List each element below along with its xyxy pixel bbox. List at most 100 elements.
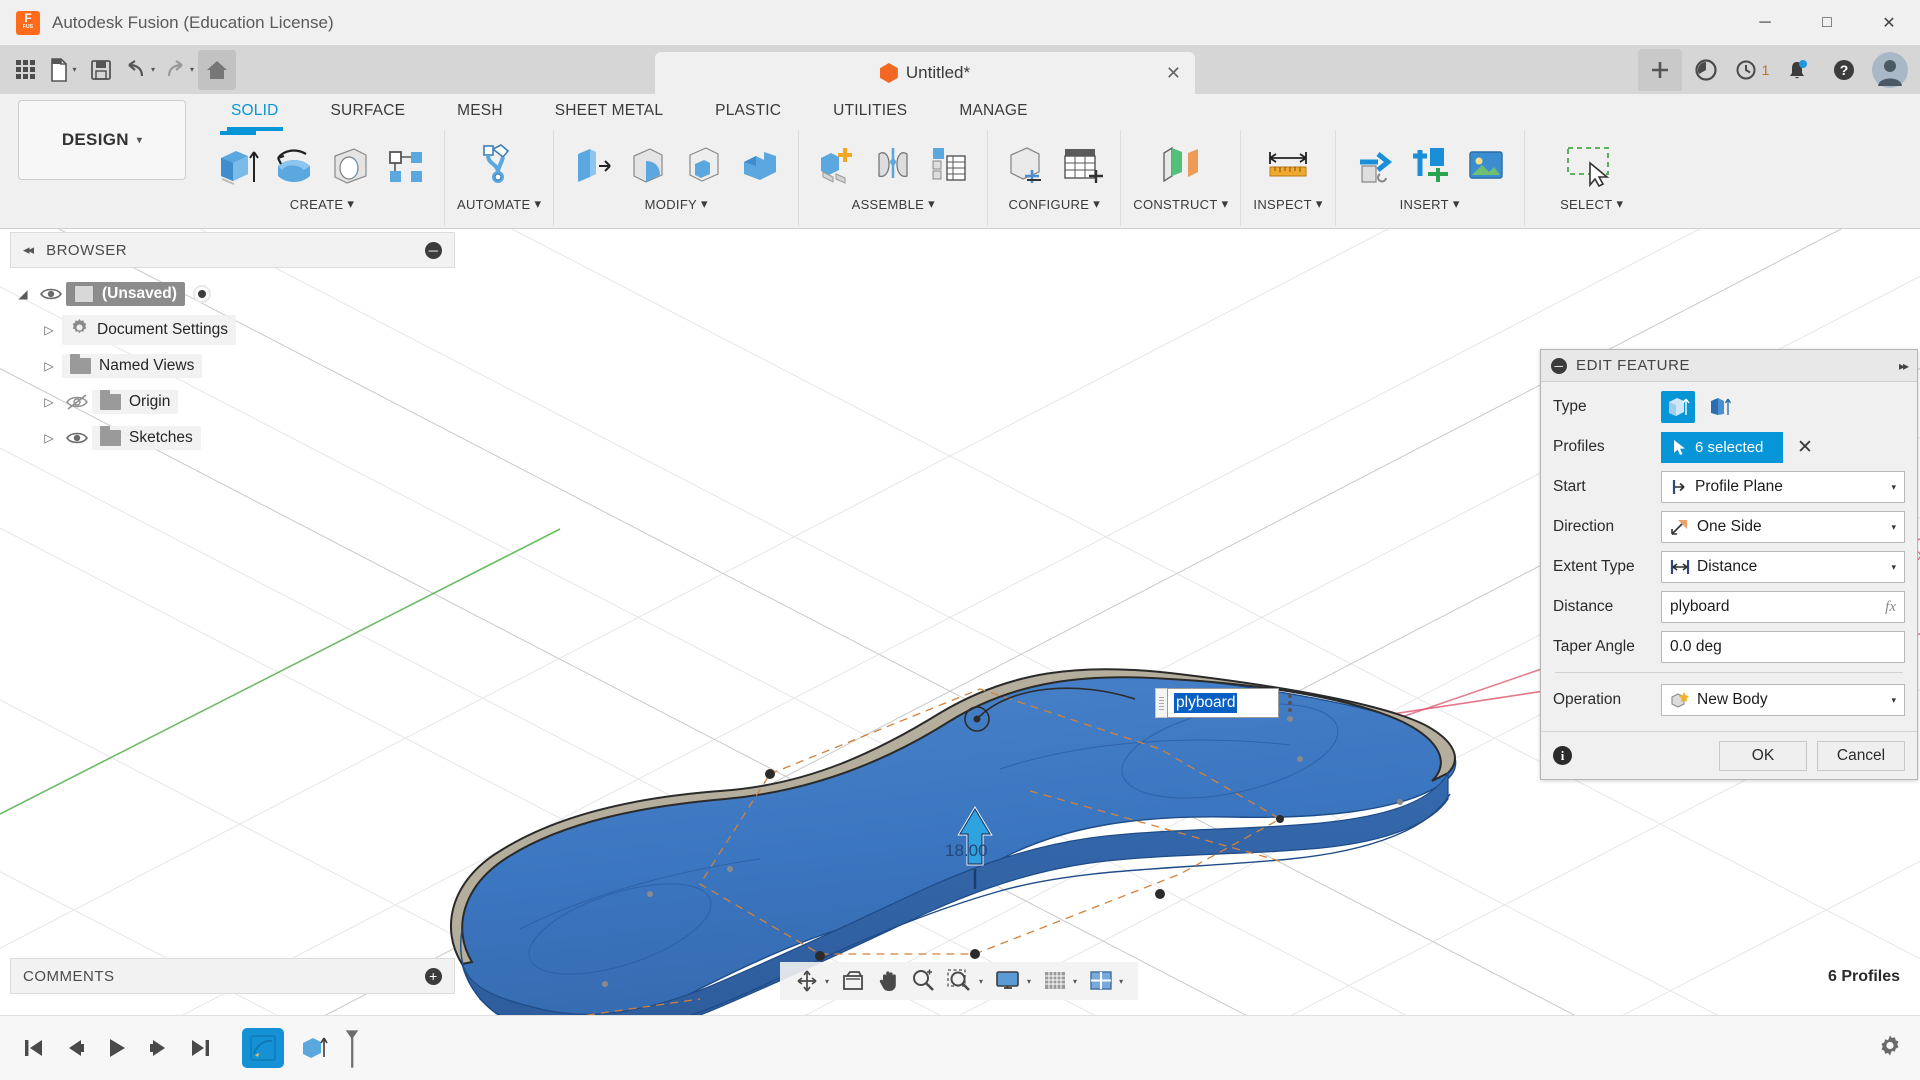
job-status-icon[interactable] (1684, 49, 1728, 91)
notifications-bell-icon[interactable] (1776, 49, 1820, 91)
direction-caret-icon[interactable]: ▾ (1891, 522, 1896, 533)
configuration-table-icon[interactable] (1056, 135, 1108, 195)
joint-icon[interactable] (867, 135, 919, 195)
close-button[interactable]: ✕ (1858, 0, 1920, 45)
browser-item-sketches[interactable]: ▷ Sketches (10, 420, 455, 456)
insert-mcmaster-icon[interactable] (1404, 135, 1456, 195)
tab-sheet-metal[interactable]: SHEET METAL (529, 94, 689, 128)
visibility-eye-off-icon[interactable] (62, 394, 92, 410)
combine-icon[interactable] (734, 135, 786, 195)
expand-arrow-icon[interactable]: ▷ (36, 395, 62, 409)
browser-item-sketches-chip[interactable]: Sketches (92, 426, 201, 450)
dialog-collapse-icon[interactable]: ─ (1551, 357, 1567, 374)
timeline-go-to-beginning-button[interactable] (14, 1029, 52, 1067)
dialog-expand-icon[interactable]: ▸▸ (1899, 359, 1909, 373)
orbit-tool[interactable]: ▾ (790, 964, 834, 998)
profiles-selection-button[interactable]: 6 selected (1661, 431, 1783, 463)
timeline-sketch-feature[interactable] (242, 1028, 284, 1068)
viewports-caret-icon[interactable]: ▾ (1119, 977, 1123, 986)
tab-utilities[interactable]: UTILITIES (807, 94, 933, 128)
tab-manage[interactable]: MANAGE (933, 94, 1053, 128)
browser-item-named-views[interactable]: ▷ Named Views (10, 348, 455, 384)
timeline-extrude-feature[interactable] (294, 1028, 334, 1068)
offset-plane-icon[interactable] (1155, 135, 1207, 195)
expand-arrow-icon[interactable]: ▷ (36, 431, 62, 445)
new-tab-button[interactable] (1638, 48, 1682, 91)
document-tab[interactable]: Untitled* ✕ (655, 52, 1195, 94)
expand-arrow-icon[interactable]: ◢ (10, 287, 36, 301)
timeline-step-back-button[interactable] (56, 1029, 94, 1067)
info-icon[interactable]: i (1553, 746, 1572, 765)
start-caret-icon[interactable]: ▾ (1891, 482, 1896, 493)
panel-modify-label[interactable]: MODIFY ▾ (645, 196, 708, 212)
undo-caret[interactable]: ▾ (151, 65, 155, 74)
zoom-window-caret-icon[interactable]: ▾ (979, 977, 983, 986)
tab-solid[interactable]: SOLID (205, 94, 305, 131)
new-file-icon[interactable]: ▾ (44, 50, 82, 90)
timeline-settings-icon[interactable] (1878, 1034, 1902, 1063)
configure-design-icon[interactable] (1000, 135, 1052, 195)
operation-dropdown[interactable]: New Body ▾ (1661, 684, 1905, 716)
distance-input[interactable]: plyboard fx (1661, 591, 1905, 623)
select-window-icon[interactable] (1557, 135, 1627, 195)
tab-mesh[interactable]: MESH (431, 94, 529, 128)
direction-dropdown[interactable]: One Side ▾ (1661, 511, 1905, 543)
visibility-eye-icon[interactable] (62, 431, 92, 445)
panel-construct-label[interactable]: CONSTRUCT ▾ (1133, 196, 1228, 212)
maximize-button[interactable]: □ (1796, 0, 1858, 45)
extrude-tool-icon[interactable] (212, 131, 264, 195)
shell-icon[interactable] (678, 135, 730, 195)
save-icon[interactable] (82, 50, 120, 90)
display-settings-caret-icon[interactable]: ▾ (1027, 977, 1031, 986)
profiles-clear-icon[interactable]: ✕ (1797, 436, 1813, 459)
browser-item-unsaved-chip[interactable]: (Unsaved) (66, 282, 185, 306)
panel-automate-label[interactable]: AUTOMATE ▾ (457, 196, 541, 212)
browser-minimize-icon[interactable]: ─ (425, 241, 442, 259)
timeline-step-forward-button[interactable] (140, 1029, 178, 1067)
look-at-tool[interactable] (836, 964, 870, 998)
redo-caret[interactable]: ▾ (190, 65, 194, 74)
extent-type-dropdown[interactable]: Distance ▾ (1661, 551, 1905, 583)
document-tab-close-icon[interactable]: ✕ (1166, 63, 1181, 84)
start-dropdown[interactable]: Profile Plane ▾ (1661, 471, 1905, 503)
help-icon[interactable]: ? (1822, 49, 1866, 91)
taper-angle-input[interactable]: 0.0 deg (1661, 631, 1905, 663)
panel-insert-label[interactable]: INSERT ▾ (1400, 196, 1460, 212)
panel-configure-label[interactable]: CONFIGURE ▾ (1009, 196, 1101, 212)
browser-item-origin-chip[interactable]: Origin (92, 390, 179, 414)
browser-item-named-views-chip[interactable]: Named Views (62, 354, 203, 378)
measure-icon[interactable] (1262, 135, 1314, 195)
panel-assemble-label[interactable]: ASSEMBLE ▾ (852, 196, 935, 212)
comments-panel[interactable]: COMMENTS + (10, 958, 455, 994)
browser-item-document-settings[interactable]: ▷ Document Settings (10, 312, 455, 348)
display-settings-tool[interactable]: ▾ (990, 964, 1036, 998)
inline-value-input[interactable]: plyboard (1167, 688, 1279, 718)
panel-create-label[interactable]: CREATE ▾ (290, 196, 354, 212)
panel-select-label[interactable]: SELECT ▾ (1560, 196, 1623, 212)
sphere-tool-icon[interactable] (324, 135, 376, 195)
workspace-selector[interactable]: DESIGN ▾ (18, 100, 186, 180)
grid-snaps-caret-icon[interactable]: ▾ (1073, 977, 1077, 986)
home-icon[interactable] (198, 49, 237, 90)
timeline-go-to-end-button[interactable] (182, 1029, 220, 1067)
grid-snaps-tool[interactable]: ▾ (1038, 964, 1082, 998)
insert-decal-icon[interactable] (1460, 135, 1512, 195)
ok-button[interactable]: OK (1719, 740, 1807, 771)
inline-value-editor[interactable]: plyboard (1155, 688, 1292, 718)
activate-component-radio[interactable] (192, 285, 211, 303)
panel-inspect-label[interactable]: INSPECT ▾ (1253, 196, 1322, 212)
revolve-tool-icon[interactable] (268, 135, 320, 195)
minimize-button[interactable]: ─ (1734, 0, 1796, 45)
new-component-icon[interactable] (811, 135, 863, 195)
pattern-tool-icon[interactable] (380, 135, 432, 195)
browser-item-document-settings-chip[interactable]: Document Settings (62, 315, 236, 345)
extent-type-caret-icon[interactable]: ▾ (1891, 562, 1896, 573)
type-edge-button[interactable] (1703, 391, 1737, 423)
undo-icon[interactable]: ▾ (120, 50, 159, 90)
version-history-icon[interactable]: 1 (1730, 49, 1774, 91)
browser-item-unsaved[interactable]: ◢ (Unsaved) (10, 276, 455, 312)
zoom-window-tool[interactable]: ▾ (942, 964, 988, 998)
fillet-icon[interactable] (622, 135, 674, 195)
cancel-button[interactable]: Cancel (1817, 740, 1905, 771)
visibility-eye-icon[interactable] (36, 287, 66, 301)
